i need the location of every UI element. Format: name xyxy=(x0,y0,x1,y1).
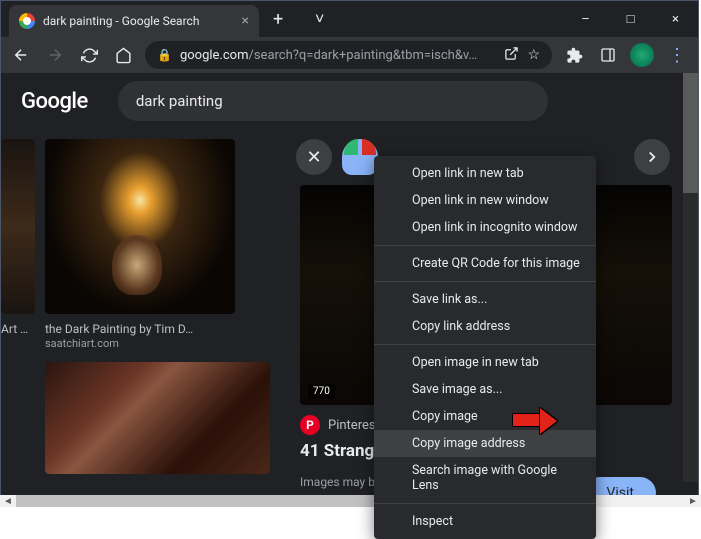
ctx-copy-link-address[interactable]: Copy link address xyxy=(374,313,596,340)
extensions-icon[interactable] xyxy=(562,43,586,67)
ctx-inspect[interactable]: Inspect xyxy=(374,508,596,535)
browser-tab[interactable]: dark painting - Google Search × xyxy=(9,5,259,37)
tab-close-icon[interactable]: × xyxy=(242,13,249,29)
ctx-open-incognito[interactable]: Open link in incognito window xyxy=(374,214,596,241)
search-input[interactable]: dark painting xyxy=(118,81,548,121)
new-tab-button[interactable]: + xyxy=(259,9,297,30)
url-text: google.com/search?q=dark+painting&tbm=is… xyxy=(180,48,496,63)
share-icon[interactable] xyxy=(504,46,519,65)
ctx-copy-image[interactable]: Copy image xyxy=(374,403,596,430)
close-preview-button[interactable]: ✕ xyxy=(296,139,332,175)
scroll-right-button[interactable]: ► xyxy=(685,495,701,507)
annotation-arrow xyxy=(512,413,542,427)
ctx-open-image-new-tab[interactable]: Open image in new tab xyxy=(374,349,596,376)
address-bar[interactable]: 🔒 google.com/search?q=dark+painting&tbm=… xyxy=(145,41,552,69)
next-image-button[interactable] xyxy=(634,139,670,175)
tab-title: dark painting - Google Search xyxy=(43,14,234,28)
image-size-badge: 770 xyxy=(308,384,335,399)
titlebar: dark painting - Google Search × + ˅ – □ … xyxy=(1,1,698,37)
ctx-save-image[interactable]: Save image as... xyxy=(374,376,596,403)
result-caption[interactable]: the Dark Painting by Tim D…saatchiart.co… xyxy=(45,320,270,352)
ctx-open-new-tab[interactable]: Open link in new tab xyxy=(374,160,596,187)
ctx-open-new-window[interactable]: Open link in new window xyxy=(374,187,596,214)
result-thumbnail[interactable] xyxy=(45,362,270,474)
ctx-create-qr[interactable]: Create QR Code for this image xyxy=(374,250,596,277)
google-favicon xyxy=(19,13,35,29)
scrollbar-thumb[interactable] xyxy=(16,495,417,507)
vertical-scrollbar[interactable] xyxy=(683,73,698,482)
separator xyxy=(374,245,596,246)
scroll-left-button[interactable]: ◄ xyxy=(0,495,16,507)
google-logo[interactable]: Google xyxy=(21,89,88,114)
ctx-save-link[interactable]: Save link as... xyxy=(374,286,596,313)
separator xyxy=(374,344,596,345)
browser-toolbar: 🔒 google.com/search?q=dark+painting&tbm=… xyxy=(1,37,698,73)
window-minimize-button[interactable]: – xyxy=(563,4,608,34)
scrollbar-thumb[interactable] xyxy=(683,73,698,193)
context-menu: Open link in new tab Open link in new wi… xyxy=(374,156,596,539)
window-maximize-button[interactable]: □ xyxy=(608,4,653,34)
chrome-menu-button[interactable]: ⋮ xyxy=(664,45,690,66)
profile-avatar[interactable] xyxy=(630,43,654,67)
reload-button[interactable] xyxy=(77,43,101,67)
extension-cursor-icon xyxy=(342,139,378,175)
bookmark-star-icon[interactable]: ☆ xyxy=(527,47,540,63)
result-thumbnail[interactable] xyxy=(1,139,35,314)
home-button[interactable] xyxy=(111,43,135,67)
sidepanel-icon[interactable] xyxy=(596,43,620,67)
tab-search-caret-icon[interactable]: ˅ xyxy=(297,4,342,34)
ctx-search-google-lens[interactable]: Search image with Google Lens xyxy=(374,457,596,499)
pinterest-icon: P xyxy=(300,415,320,435)
back-button[interactable] xyxy=(9,43,33,67)
result-thumbnail[interactable] xyxy=(45,139,235,314)
separator xyxy=(374,281,596,282)
window-close-button[interactable]: × xyxy=(653,4,698,34)
result-caption[interactable]: Art … xyxy=(1,320,35,338)
lock-icon: 🔒 xyxy=(157,48,172,62)
separator xyxy=(374,503,596,504)
ctx-copy-image-address[interactable]: Copy image address xyxy=(374,430,596,457)
forward-button[interactable] xyxy=(43,43,67,67)
